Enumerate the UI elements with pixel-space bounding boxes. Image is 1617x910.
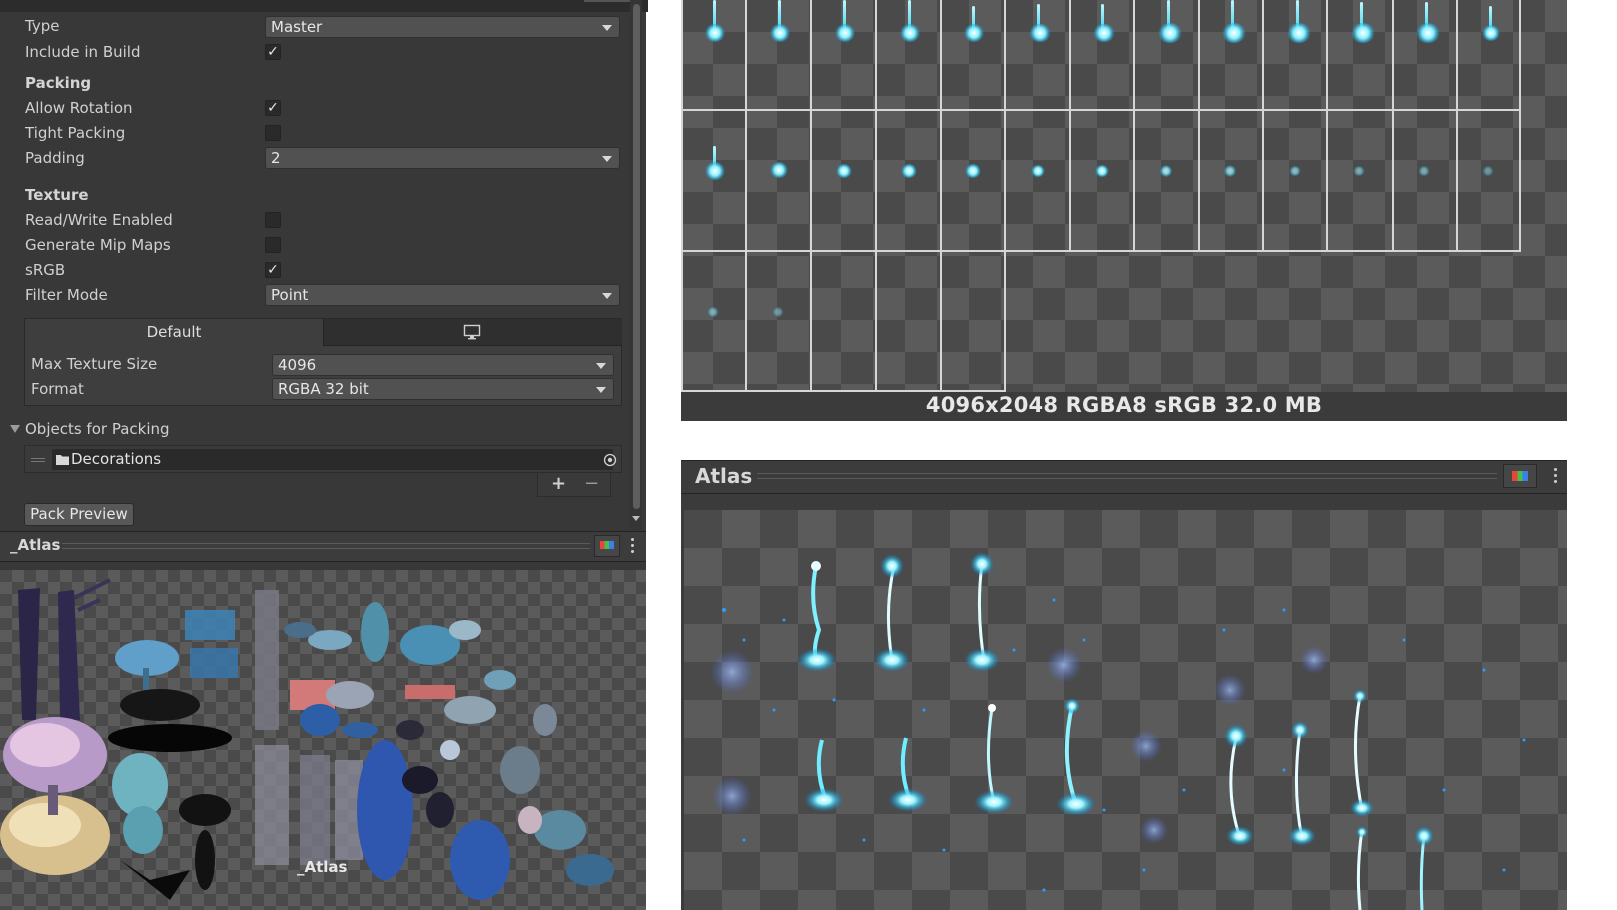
objects-foldout[interactable]: Objects for Packing — [10, 420, 610, 440]
tab-standalone[interactable] — [323, 319, 622, 346]
include-in-build-label: Include in Build — [25, 43, 141, 61]
grid-line — [1456, 0, 1458, 250]
lightning-atlas-image — [710, 552, 1526, 910]
add-button[interactable]: + — [551, 473, 566, 495]
sprite-atlas-inspector: Type Master Include in Build ✓ Packing A… — [0, 0, 648, 910]
objects-heading: Objects for Packing — [25, 420, 170, 438]
packing-heading: Packing — [25, 74, 92, 92]
small-atlas-preview: _Atlas — [0, 570, 646, 910]
max-texture-size-dropdown[interactable]: 4096 — [272, 354, 614, 376]
scroll-down-arrow-icon[interactable] — [632, 516, 640, 521]
type-value: Master — [271, 18, 323, 36]
max-texture-size-label: Max Texture Size — [31, 355, 158, 373]
filter-mode-dropdown[interactable]: Point — [265, 284, 620, 306]
filter-mode-value: Point — [271, 286, 309, 304]
max-texture-size-value: 4096 — [278, 356, 317, 374]
small-preview-header: _Atlas — [0, 531, 646, 562]
inspector-top-bar — [0, 0, 648, 12]
type-dropdown[interactable]: Master — [265, 16, 620, 38]
kebab-menu-icon[interactable] — [631, 544, 634, 547]
grid-line — [681, 0, 683, 392]
drag-handle-icon[interactable] — [31, 458, 45, 459]
check-icon: ✓ — [267, 262, 279, 278]
grid-line — [940, 0, 942, 392]
grid-line — [1133, 0, 1135, 250]
inspector-scrollbar[interactable] — [630, 0, 642, 530]
format-label: Format — [31, 380, 84, 398]
grid-line — [1262, 0, 1264, 250]
scrollbar-thumb[interactable] — [633, 4, 640, 509]
grid-line — [681, 109, 1521, 111]
color-channels-button[interactable] — [594, 535, 620, 557]
sprite-sheet-grid-preview: 4096x2048 RGBA8 sRGB 32.0 MB — [681, 0, 1567, 421]
atlas-preview-title: Atlas — [695, 464, 753, 488]
atlas-preview-header: Atlas — [681, 460, 1567, 494]
check-icon: ✓ — [267, 44, 279, 60]
readwrite-checkbox[interactable] — [265, 212, 281, 228]
tight-packing-checkbox[interactable] — [265, 125, 281, 141]
list-add-remove: + − — [537, 473, 611, 497]
grid-line — [1069, 0, 1071, 250]
platform-settings: Default Max Texture Size 4096 Format RGB… — [24, 318, 622, 406]
remove-button[interactable]: − — [584, 473, 599, 495]
color-channels-button[interactable] — [1503, 464, 1537, 488]
small-preview-title: _Atlas — [10, 536, 61, 554]
header-grip — [62, 543, 590, 549]
srgb-label: sRGB — [25, 261, 66, 279]
color-channels-icon — [1512, 471, 1528, 481]
tight-packing-label: Tight Packing — [25, 124, 126, 142]
chevron-down-icon — [602, 25, 612, 31]
grid-line — [1004, 0, 1006, 392]
format-value: RGBA 32 bit — [278, 380, 369, 398]
grid-line — [1392, 0, 1394, 250]
grid-line — [745, 0, 747, 392]
grid-line — [875, 0, 877, 392]
format-dropdown[interactable]: RGBA 32 bit — [272, 378, 614, 400]
atlas-canvas — [684, 510, 1567, 910]
allow-rotation-label: Allow Rotation — [25, 99, 133, 117]
monitor-icon — [463, 324, 481, 340]
grid-line — [810, 0, 812, 392]
header-grip — [757, 473, 1497, 479]
srgb-checkbox[interactable]: ✓ — [265, 262, 281, 278]
tab-default[interactable]: Default — [25, 319, 323, 347]
chevron-down-icon — [596, 387, 606, 393]
grid-line — [1326, 0, 1328, 250]
include-in-build-checkbox[interactable]: ✓ — [265, 44, 281, 60]
grid-line — [1519, 0, 1521, 250]
object-name: Decorations — [71, 450, 162, 468]
foldout-triangle-icon — [10, 425, 20, 433]
padding-value: 2 — [271, 149, 281, 167]
chevron-down-icon — [602, 156, 612, 162]
padding-dropdown[interactable]: 2 — [265, 147, 620, 169]
texture-info-text: 4096x2048 RGBA8 sRGB 32.0 MB — [925, 393, 1323, 417]
allow-rotation-checkbox[interactable]: ✓ — [265, 100, 281, 116]
type-label: Type — [25, 17, 60, 35]
pack-preview-button[interactable]: Pack Preview — [24, 503, 134, 526]
mipmaps-checkbox[interactable] — [265, 237, 281, 253]
kebab-menu-icon[interactable] — [1554, 474, 1557, 477]
padding-label: Padding — [25, 149, 85, 167]
mipmaps-label: Generate Mip Maps — [25, 236, 171, 254]
objects-list: Decorations — [24, 445, 622, 473]
grid-line — [1198, 0, 1200, 250]
check-icon: ✓ — [267, 100, 279, 116]
object-picker-icon[interactable] — [603, 453, 617, 467]
small-atlas-watermark: _Atlas — [297, 858, 348, 876]
texture-heading: Texture — [25, 186, 89, 204]
filter-mode-label: Filter Mode — [25, 286, 108, 304]
folder-icon — [56, 455, 69, 465]
chevron-down-icon — [602, 293, 612, 299]
chevron-down-icon — [596, 363, 606, 369]
atlas-preview-window: Atlas — [681, 460, 1567, 910]
readwrite-label: Read/Write Enabled — [25, 211, 173, 229]
top-bar-button[interactable] — [584, 0, 632, 2]
grid-line — [681, 250, 1521, 252]
object-field[interactable]: Decorations — [52, 449, 617, 470]
color-channels-icon — [600, 541, 614, 549]
